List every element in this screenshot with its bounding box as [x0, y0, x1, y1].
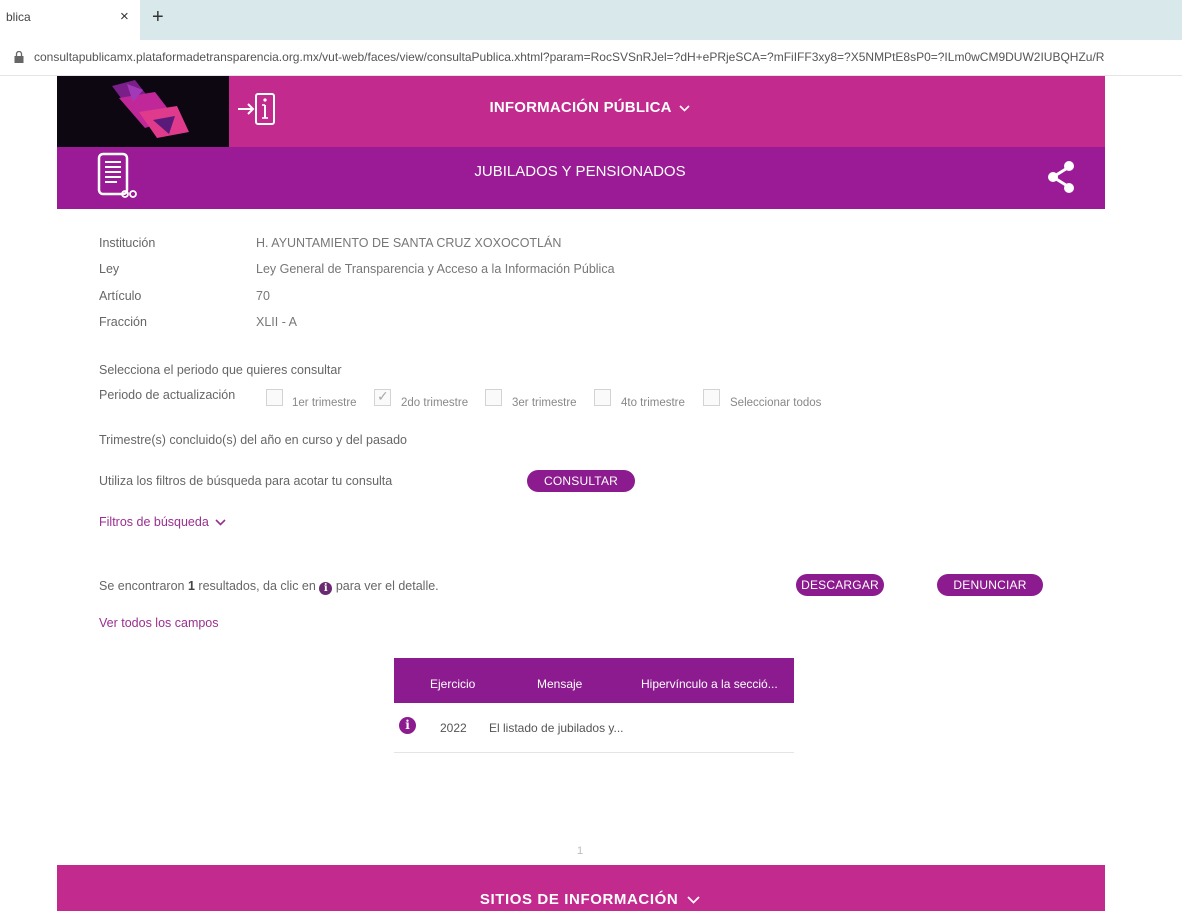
share-icon[interactable] — [1044, 159, 1078, 195]
ley-value: Ley General de Transparencia y Acceso a … — [256, 262, 615, 276]
footer-title: SITIOS DE INFORMACIÓN — [479, 891, 679, 908]
checkbox-label-todos[interactable]: Seleccionar todos — [730, 397, 821, 409]
checkbox-seleccionar-todos[interactable] — [703, 389, 720, 406]
articulo-value: 70 — [256, 289, 270, 303]
checkbox-label-2do[interactable]: 2do trimestre — [401, 397, 468, 409]
checkbox-label-4to[interactable]: 4to trimestre — [621, 397, 685, 409]
checkbox-3er-trimestre[interactable] — [485, 389, 502, 406]
results-summary: Se encontraron 1 resultados, da clic en … — [99, 579, 439, 595]
document-icon — [97, 152, 137, 198]
chevron-down-icon — [687, 896, 700, 904]
column-header-ejercicio[interactable]: Ejercicio — [430, 677, 475, 691]
checkbox-label-3er[interactable]: 3er trimestre — [512, 397, 577, 409]
filtros-label: Filtros de búsqueda — [99, 515, 209, 529]
section-title: JUBILADOS Y PENSIONADOS — [474, 163, 686, 180]
fraccion-label: Fracción — [99, 315, 147, 329]
denunciar-button[interactable]: DENUNCIAR — [937, 574, 1043, 596]
pagination-page[interactable]: 1 — [577, 845, 583, 857]
chevron-down-icon — [679, 104, 691, 112]
column-header-mensaje[interactable]: Mensaje — [537, 677, 582, 691]
checkbox-label-1er[interactable]: 1er trimestre — [292, 397, 357, 409]
tab-close-icon[interactable]: × — [120, 8, 129, 25]
info-inline-icon: i — [319, 582, 333, 595]
results-pre: Se encontraron — [99, 579, 185, 593]
period-prompt: Selecciona el periodo que quieres consul… — [99, 363, 342, 377]
site-logo[interactable] — [57, 76, 229, 147]
cell-ejercicio: 2022 — [440, 721, 467, 735]
filters-hint: Utiliza los filtros de búsqueda para aco… — [99, 474, 393, 488]
ley-label: Ley — [99, 262, 120, 276]
period-label: Periodo de actualización — [99, 388, 236, 402]
descargar-button[interactable]: DESCARGAR — [796, 574, 884, 596]
nav-title: INFORMACIÓN PÚBLICA — [489, 99, 672, 116]
results-count: 1 — [187, 579, 195, 593]
browser-tab-bar: blica × + — [0, 0, 1182, 40]
filtros-busqueda-toggle[interactable]: Filtros de búsqueda — [99, 515, 226, 529]
institucion-value: H. AYUNTAMIENTO DE SANTA CRUZ XOXOCOTLÁN — [256, 236, 562, 250]
articulo-label: Artículo — [99, 289, 142, 303]
nav-sitios-informacion[interactable]: SITIOS DE INFORMACIÓN — [430, 891, 750, 908]
logo-graphic — [112, 80, 189, 138]
lock-icon — [14, 51, 24, 63]
results-post: para ver el detalle. — [335, 579, 439, 593]
institucion-label: Institución — [99, 236, 156, 250]
column-header-hipervinculo[interactable]: Hipervínculo a la secció... — [641, 677, 778, 691]
url-text[interactable]: consultapublicamx.plataformadetransparen… — [34, 50, 1179, 64]
login-icon[interactable] — [236, 88, 282, 130]
checkbox-4to-trimestre[interactable] — [594, 389, 611, 406]
checkbox-2do-trimestre[interactable] — [374, 388, 391, 406]
cell-mensaje: El listado de jubilados y... — [489, 721, 624, 735]
nav-informacion-publica[interactable]: INFORMACIÓN PÚBLICA — [440, 99, 740, 116]
ver-todos-campos-link[interactable]: Ver todos los campos — [99, 616, 219, 630]
address-bar[interactable]: consultapublicamx.plataformadetransparen… — [0, 40, 1182, 76]
info-detail-icon[interactable]: i — [399, 717, 416, 734]
browser-tab[interactable]: blica × — [0, 0, 140, 40]
checkbox-1er-trimestre[interactable] — [266, 389, 283, 406]
new-tab-icon[interactable]: + — [152, 6, 164, 29]
period-note: Trimestre(s) concluido(s) del año en cur… — [99, 433, 408, 447]
tab-title: blica — [6, 10, 31, 24]
results-mid: resultados, da clic en — [198, 579, 316, 593]
chevron-down-icon — [215, 519, 226, 526]
consultar-button[interactable]: CONSULTAR — [527, 470, 635, 492]
fraccion-value: XLII - A — [256, 315, 297, 329]
